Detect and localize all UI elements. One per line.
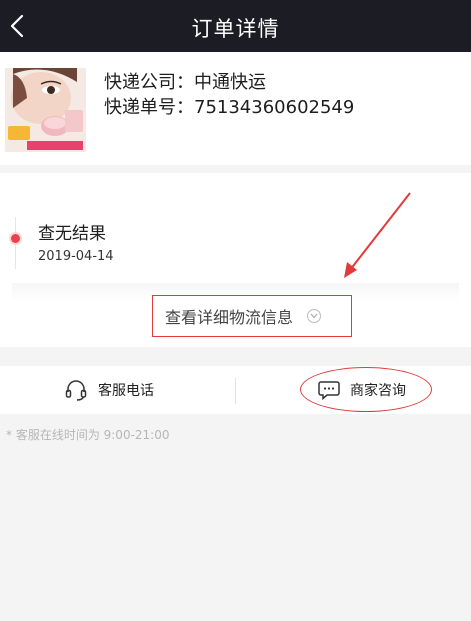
service-action-bar: 客服电话 商家咨询 [0,366,471,414]
customer-service-phone-label: 客服电话 [98,383,154,399]
order-detail-page: 订单详情 快递公司：中通快运 快递单号：75134360602549 查无结果 … [0,0,471,621]
product-thumbnail[interactable] [5,68,86,152]
shipping-info: 快递公司：中通快运 快递单号：75134360602549 [104,70,354,120]
nav-bar: 订单详情 [0,0,471,52]
page-title: 订单详情 [191,17,280,41]
courier-company-value: 中通快运 [194,72,266,93]
tracking-number-row: 快递单号：75134360602549 [104,95,354,120]
view-logistics-detail-label: 查看详细物流信息 [165,308,294,327]
courier-company-row: 快递公司：中通快运 [104,70,354,95]
tracking-number-value[interactable]: 75134360602549 [194,97,354,118]
tracking-status: 查无结果 [38,224,106,244]
service-hours-note: * 客服在线时间为 9:00-21:00 [6,428,170,442]
courier-company-label: 快递公司： [104,72,194,93]
timeline-line [15,217,16,269]
action-divider [235,378,236,404]
chevron-down-icon [307,309,322,323]
view-logistics-detail-button[interactable]: 查看详细物流信息 [152,295,352,337]
merchant-consult-button[interactable]: 商家咨询 [318,366,406,414]
tracking-number-label: 快递单号： [104,97,194,118]
tracking-card: 查无结果 2019-04-14 查看详细物流信息 [0,173,471,347]
timeline-dot-icon [11,234,20,243]
tracking-date: 2019-04-14 [38,249,114,264]
headset-icon [65,380,87,401]
shipping-card: 快递公司：中通快运 快递单号：75134360602549 [0,52,471,165]
chat-bubble-icon [318,381,340,400]
merchant-consult-label: 商家咨询 [350,383,406,399]
customer-service-phone-button[interactable]: 客服电话 [64,366,154,414]
product-image [5,68,86,152]
